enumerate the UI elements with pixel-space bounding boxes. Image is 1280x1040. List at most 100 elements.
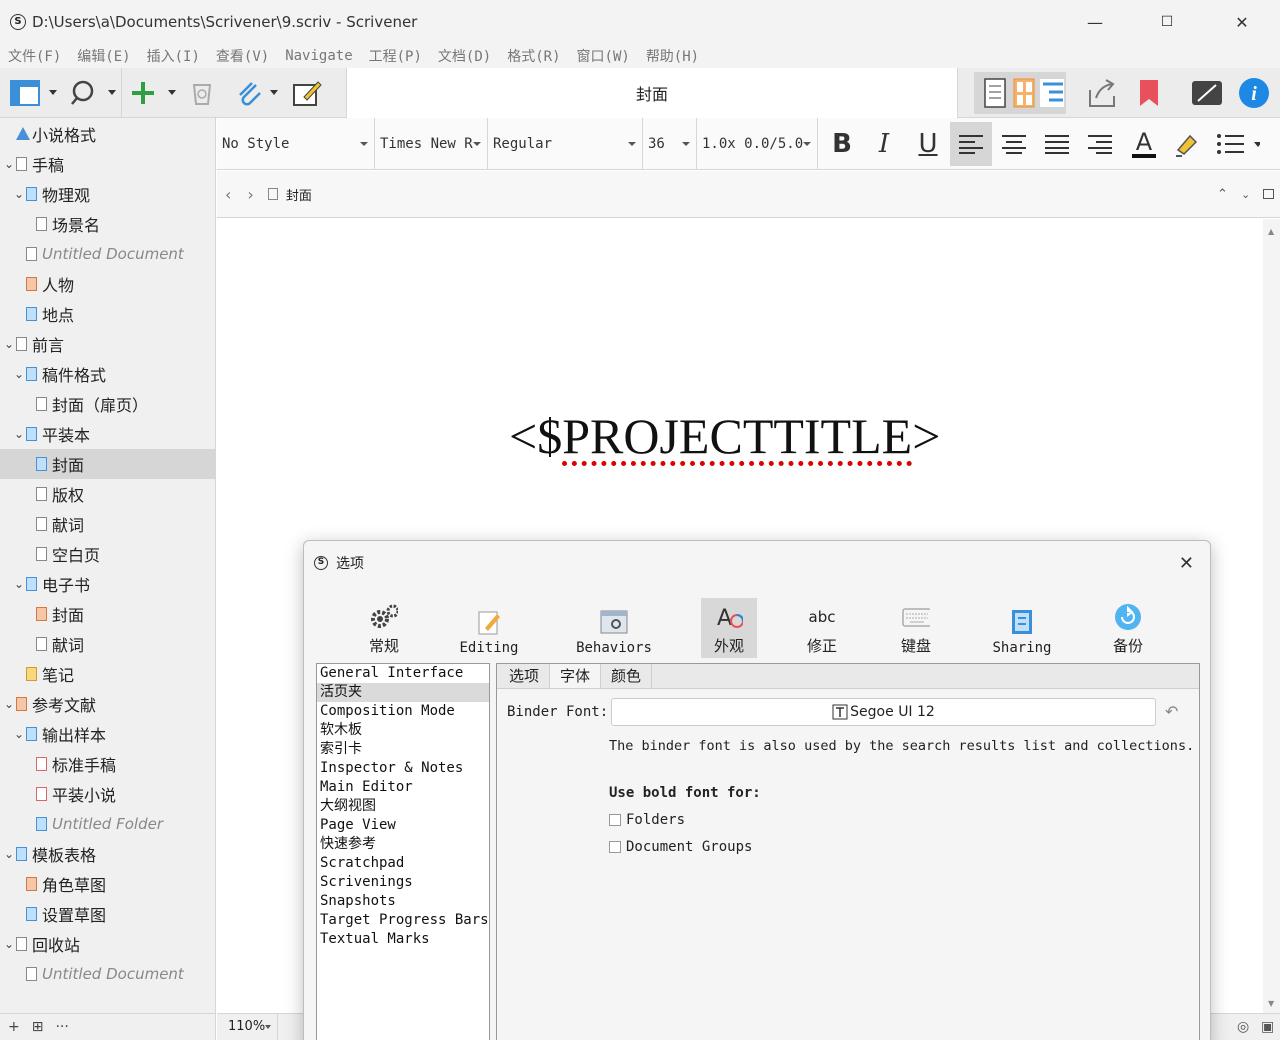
binder-item[interactable]: Untitled Folder (0, 809, 215, 839)
chevron-down-icon[interactable]: ⌄ (4, 337, 14, 351)
menu-help[interactable]: 帮助(H) (646, 46, 699, 66)
category-item[interactable]: Snapshots (317, 892, 489, 911)
binder-item[interactable]: 封面（扉页） (0, 389, 215, 419)
chevron-down-icon[interactable]: ⌄ (1241, 188, 1250, 201)
subtab-colors[interactable]: 颜色 (601, 664, 653, 688)
scroll-down-arrow-icon[interactable]: ▼ (1268, 999, 1274, 1008)
add-document-icon[interactable]: + (8, 1019, 20, 1035)
category-item[interactable]: 快速参考 (317, 835, 489, 854)
chevron-down-icon[interactable]: ⌄ (14, 187, 24, 201)
binder-item[interactable]: ⌄ 回收站 (0, 929, 215, 959)
document-groups-checkbox[interactable] (609, 841, 621, 853)
menu-format[interactable]: 格式(R) (507, 46, 560, 66)
text-color-button[interactable]: A (1123, 122, 1165, 166)
binder-item[interactable]: 场景名 (0, 209, 215, 239)
menu-project[interactable]: 工程(P) (369, 46, 422, 66)
edit-notes-icon[interactable] (290, 76, 324, 110)
tab-editing[interactable]: Editing (456, 598, 522, 658)
italic-button[interactable]: I (863, 122, 905, 166)
scroll-up-arrow-icon[interactable]: ▲ (1268, 227, 1274, 236)
split-view-icon[interactable] (1263, 189, 1274, 199)
document-groups-checkbox-row[interactable]: Document Groups (609, 839, 752, 855)
category-item[interactable]: Inspector & Notes (317, 759, 489, 778)
category-item[interactable]: General Interface (317, 664, 489, 683)
chevron-down-icon[interactable]: ⌄ (4, 847, 14, 861)
category-item[interactable]: 活页夹 (317, 683, 489, 702)
chevron-down-icon[interactable]: ⌄ (4, 937, 14, 951)
binder-item[interactable]: ⌄ 手稿 (0, 149, 215, 179)
binder-item[interactable]: 小说格式 (0, 119, 215, 149)
folders-checkbox-row[interactable]: Folders (609, 812, 685, 828)
header-doc-name[interactable]: 封面 (286, 185, 312, 204)
highlight-button[interactable] (1165, 122, 1207, 166)
menu-window[interactable]: 窗口(W) (577, 46, 630, 66)
bold-button[interactable]: B (821, 122, 863, 166)
info-icon[interactable]: i (1236, 76, 1272, 110)
binder-toggle-icon[interactable] (8, 76, 42, 110)
misspelled-word[interactable]: PROJECTTITLE (562, 408, 912, 464)
category-list[interactable]: General Interface 活页夹 Composition Mode 软木板索… (316, 663, 490, 1040)
binder-item[interactable]: 地点 (0, 299, 215, 329)
chevron-down-icon[interactable]: ⌄ (14, 427, 24, 441)
target-icon[interactable]: ◎ (1237, 1019, 1249, 1035)
close-button[interactable]: ✕ (1205, 0, 1279, 44)
folders-checkbox[interactable] (609, 814, 621, 826)
category-item[interactable]: Target Progress Bars (317, 911, 489, 930)
underline-button[interactable]: U (907, 122, 949, 166)
category-item[interactable]: Textual Marks (317, 930, 489, 949)
bookmark-icon[interactable] (1134, 76, 1164, 110)
reset-font-icon[interactable]: ↶ (1165, 702, 1178, 721)
share-icon[interactable] (1084, 76, 1120, 110)
binder-item[interactable]: ⌄ 物理观 (0, 179, 215, 209)
chevron-down-icon[interactable]: ⌄ (4, 697, 14, 711)
category-item[interactable]: 软木板 (317, 721, 489, 740)
binder-item[interactable]: ⌄ 输出样本 (0, 719, 215, 749)
category-item[interactable]: Main Editor (317, 778, 489, 797)
back-arrow-icon[interactable]: ‹ (225, 185, 231, 204)
attachment-dropdown-caret[interactable] (270, 90, 278, 95)
line-spacing-select[interactable]: 1.0x 0.0/5.0 (697, 118, 818, 170)
add-icon[interactable] (128, 76, 158, 110)
category-item[interactable]: 大纲视图 (317, 797, 489, 816)
align-right-button[interactable] (1079, 122, 1121, 166)
font-family-select[interactable]: Times New R (375, 118, 488, 170)
minimize-button[interactable]: — (1058, 0, 1132, 44)
binder-item[interactable]: ⌄ 前言 (0, 329, 215, 359)
trash-icon[interactable] (186, 76, 218, 110)
style-select[interactable]: No Style (217, 118, 375, 170)
binder-item[interactable]: 标准手稿 (0, 749, 215, 779)
menu-view[interactable]: 查看(V) (216, 46, 269, 66)
chevron-down-icon[interactable]: ⌄ (14, 727, 24, 741)
align-left-button[interactable] (950, 122, 992, 166)
category-item[interactable]: Scratchpad (317, 854, 489, 873)
binder-item[interactable]: 献词 (0, 629, 215, 659)
subtab-fonts[interactable]: 字体 (550, 664, 602, 688)
tab-backup[interactable]: 备份 (1104, 598, 1152, 658)
font-weight-select[interactable]: Regular (488, 118, 643, 170)
compose-mode-icon[interactable] (1188, 76, 1226, 110)
forward-arrow-icon[interactable]: › (247, 185, 253, 204)
binder-dropdown-caret[interactable] (49, 90, 57, 95)
binder-item[interactable]: 版权 (0, 479, 215, 509)
add-folder-icon[interactable]: ⊞ (32, 1019, 44, 1035)
binder-item[interactable]: 献词 (0, 509, 215, 539)
editor-scrollbar[interactable]: ▲ ▼ (1263, 219, 1280, 1013)
chevron-down-icon[interactable]: ⌄ (14, 577, 24, 591)
chevron-down-icon[interactable]: ⌄ (4, 157, 14, 171)
menu-documents[interactable]: 文档(D) (438, 46, 491, 66)
tab-keyboard[interactable]: 键盘 (892, 598, 940, 658)
menu-edit[interactable]: 编辑(E) (77, 46, 130, 66)
binder-item[interactable]: ⌄ 稿件格式 (0, 359, 215, 389)
subtab-options[interactable]: 选项 (499, 664, 551, 688)
menu-insert[interactable]: 插入(I) (147, 46, 200, 66)
binder-item[interactable]: 平装小说 (0, 779, 215, 809)
binder-item[interactable]: ⌄ 平装本 (0, 419, 215, 449)
binder-item[interactable]: Untitled Document (0, 239, 215, 269)
search-dropdown-caret[interactable] (108, 90, 116, 95)
editor-text[interactable]: <$PROJECTTITLE> (509, 407, 940, 465)
tab-appearance[interactable]: A 外观 (701, 598, 757, 658)
tab-general[interactable]: 常规 (356, 598, 412, 658)
dialog-close-icon[interactable]: ✕ (1179, 553, 1194, 574)
category-item[interactable]: Scrivenings (317, 873, 489, 892)
binder-item[interactable]: 封面 (0, 449, 215, 479)
